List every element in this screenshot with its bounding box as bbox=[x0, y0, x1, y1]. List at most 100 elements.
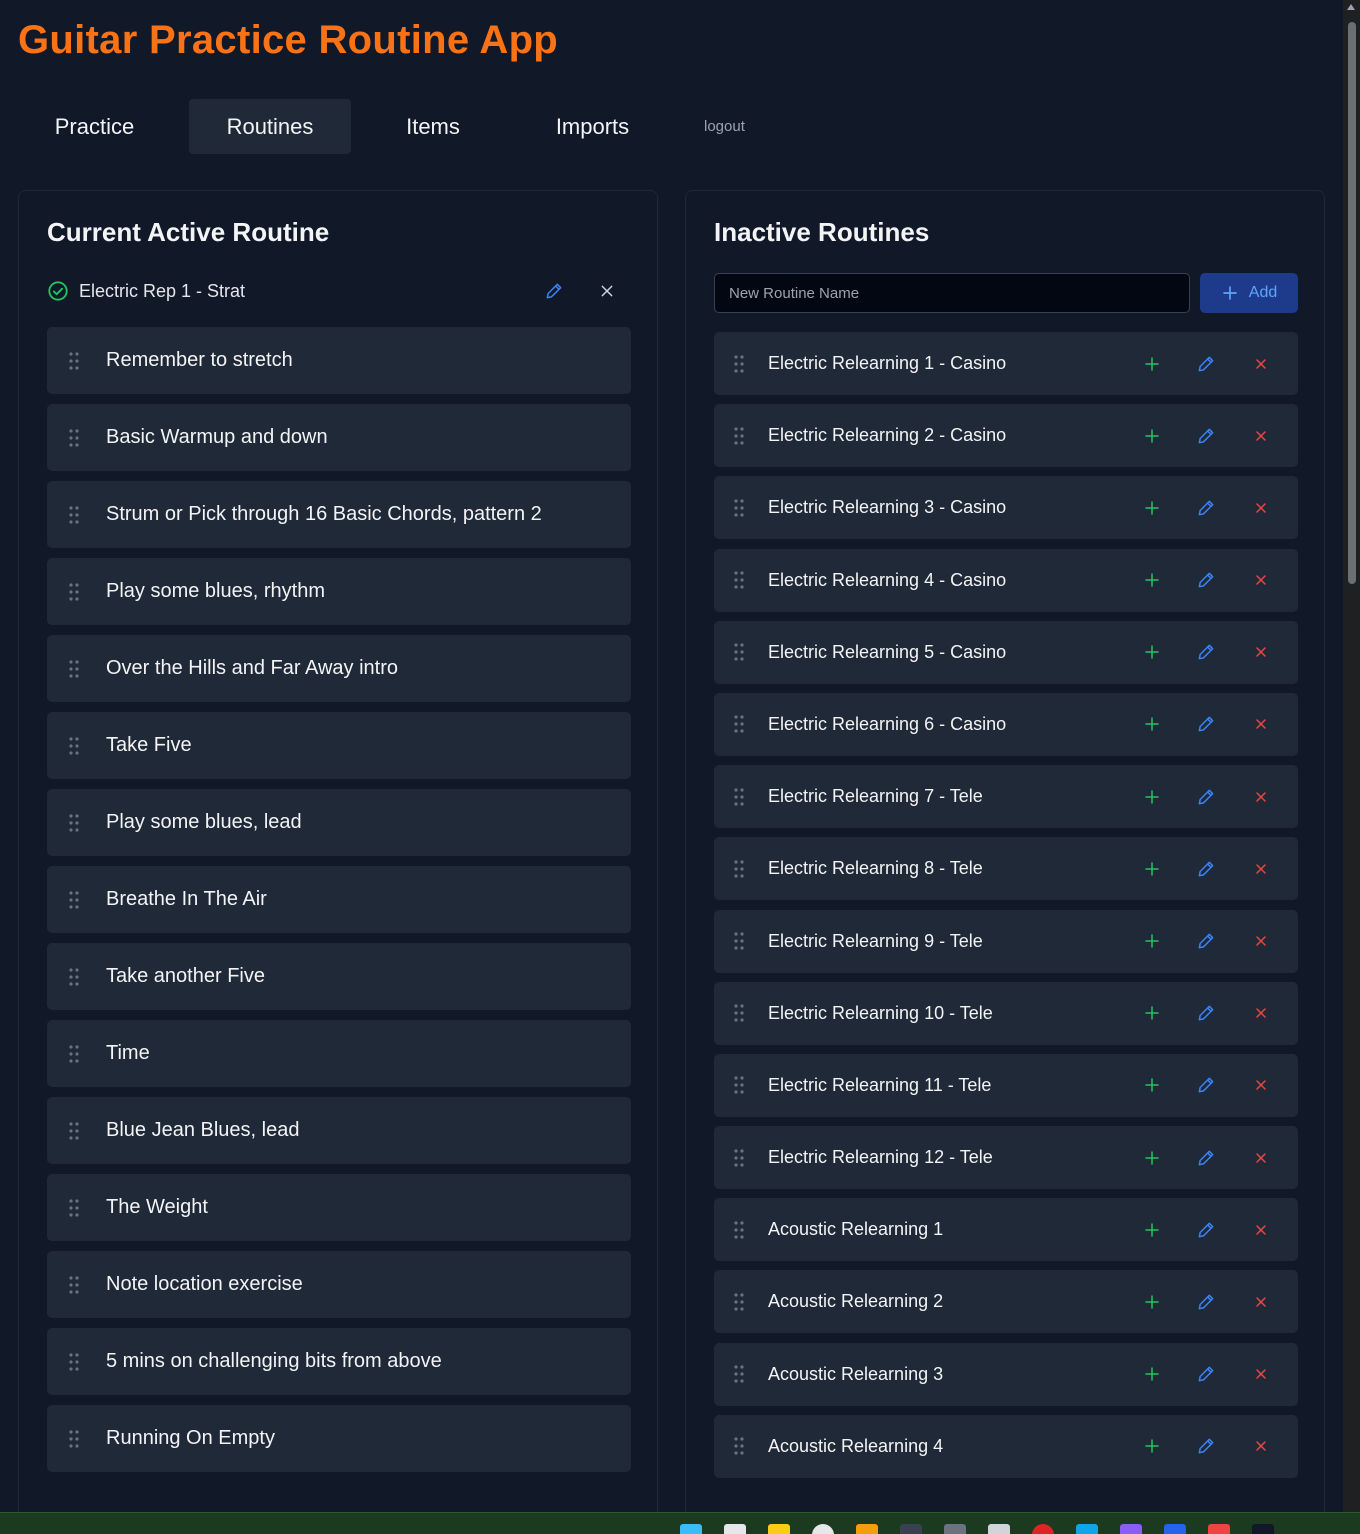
delete-routine-button[interactable] bbox=[1252, 1365, 1270, 1383]
inactive-routine-row[interactable]: Electric Relearning 1 - Casino bbox=[714, 332, 1298, 395]
taskbar-app-icon[interactable] bbox=[724, 1524, 746, 1534]
delete-routine-button[interactable] bbox=[1252, 1437, 1270, 1455]
routine-item[interactable]: Remember to stretch bbox=[47, 327, 631, 394]
drag-handle-icon[interactable] bbox=[734, 354, 744, 373]
delete-routine-button[interactable] bbox=[1252, 427, 1270, 445]
inactive-routine-row[interactable]: Electric Relearning 6 - Casino bbox=[714, 692, 1298, 756]
routine-item[interactable]: Time bbox=[47, 1020, 631, 1087]
drag-handle-icon[interactable] bbox=[69, 1044, 79, 1063]
delete-routine-button[interactable] bbox=[1252, 499, 1270, 517]
drag-handle-icon[interactable] bbox=[69, 659, 79, 678]
tab-routines[interactable]: Routines bbox=[189, 99, 351, 154]
activate-routine-button[interactable] bbox=[1142, 1220, 1162, 1240]
logout-link[interactable]: logout bbox=[704, 99, 745, 154]
activate-routine-button[interactable] bbox=[1142, 570, 1162, 590]
routine-item[interactable]: Strum or Pick through 16 Basic Chords, p… bbox=[47, 481, 631, 548]
drag-handle-icon[interactable] bbox=[734, 427, 744, 445]
drag-handle-icon[interactable] bbox=[69, 1275, 79, 1294]
edit-routine-button[interactable] bbox=[1196, 498, 1216, 518]
drag-handle-icon[interactable] bbox=[734, 715, 744, 734]
drag-handle-icon[interactable] bbox=[734, 1293, 744, 1311]
delete-routine-button[interactable] bbox=[1252, 1149, 1270, 1167]
drag-handle-icon[interactable] bbox=[69, 1121, 79, 1140]
inactive-routine-row[interactable]: Electric Relearning 9 - Tele bbox=[714, 909, 1298, 973]
delete-routine-button[interactable] bbox=[1252, 860, 1270, 878]
routine-item[interactable]: Take another Five bbox=[47, 943, 631, 1010]
taskbar-app-icon[interactable] bbox=[856, 1524, 878, 1534]
drag-handle-icon[interactable] bbox=[734, 499, 744, 517]
delete-routine-button[interactable] bbox=[1252, 1221, 1270, 1239]
delete-routine-button[interactable] bbox=[1252, 571, 1270, 589]
edit-routine-button[interactable] bbox=[1196, 1292, 1216, 1312]
inactive-routine-row[interactable]: Acoustic Relearning 2 bbox=[714, 1270, 1298, 1334]
routine-item[interactable]: Take Five bbox=[47, 712, 631, 779]
delete-routine-button[interactable] bbox=[1252, 355, 1270, 373]
activate-routine-button[interactable] bbox=[1142, 1148, 1162, 1168]
edit-routine-button[interactable] bbox=[1196, 426, 1216, 446]
delete-routine-button[interactable] bbox=[1252, 715, 1270, 733]
inactive-routine-row[interactable]: Electric Relearning 4 - Casino bbox=[714, 548, 1298, 612]
new-routine-name-input[interactable] bbox=[714, 273, 1190, 313]
routine-item[interactable]: Play some blues, lead bbox=[47, 789, 631, 856]
remove-active-routine-button[interactable] bbox=[597, 281, 617, 301]
taskbar-app-icon[interactable] bbox=[1120, 1524, 1142, 1534]
inactive-routine-row[interactable]: Electric Relearning 12 - Tele bbox=[714, 1126, 1298, 1190]
routine-item[interactable]: Play some blues, rhythm bbox=[47, 558, 631, 625]
drag-handle-icon[interactable] bbox=[734, 932, 744, 950]
drag-handle-icon[interactable] bbox=[69, 505, 79, 524]
drag-handle-icon[interactable] bbox=[69, 967, 79, 986]
taskbar-app-icon[interactable] bbox=[1164, 1524, 1186, 1534]
drag-handle-icon[interactable] bbox=[734, 788, 744, 806]
edit-routine-button[interactable] bbox=[1196, 642, 1216, 662]
drag-handle-icon[interactable] bbox=[734, 1148, 744, 1167]
edit-routine-button[interactable] bbox=[1196, 714, 1216, 734]
edit-routine-button[interactable] bbox=[1196, 1436, 1216, 1456]
routine-item[interactable]: 5 mins on challenging bits from above bbox=[47, 1328, 631, 1395]
drag-handle-icon[interactable] bbox=[69, 1429, 79, 1448]
tab-imports[interactable]: Imports bbox=[521, 99, 664, 154]
drag-handle-icon[interactable] bbox=[69, 351, 79, 370]
routine-item[interactable]: Running On Empty bbox=[47, 1405, 631, 1472]
activate-routine-button[interactable] bbox=[1142, 714, 1162, 734]
activate-routine-button[interactable] bbox=[1142, 498, 1162, 518]
delete-routine-button[interactable] bbox=[1252, 1076, 1270, 1094]
edit-routine-button[interactable] bbox=[1196, 1003, 1216, 1023]
activate-routine-button[interactable] bbox=[1142, 354, 1162, 374]
drag-handle-icon[interactable] bbox=[69, 813, 79, 832]
drag-handle-icon[interactable] bbox=[734, 860, 744, 878]
edit-routine-button[interactable] bbox=[1196, 570, 1216, 590]
inactive-routine-row[interactable]: Acoustic Relearning 1 bbox=[714, 1198, 1298, 1262]
vscode-icon[interactable] bbox=[1076, 1524, 1098, 1534]
taskbar-app-icon[interactable] bbox=[900, 1524, 922, 1534]
inactive-routine-row[interactable]: Electric Relearning 10 - Tele bbox=[714, 981, 1298, 1045]
activate-routine-button[interactable] bbox=[1142, 1436, 1162, 1456]
edit-routine-button[interactable] bbox=[1196, 354, 1216, 374]
tab-practice[interactable]: Practice bbox=[18, 99, 171, 154]
drag-handle-icon[interactable] bbox=[734, 1004, 744, 1022]
routine-item[interactable]: Blue Jean Blues, lead bbox=[47, 1097, 631, 1164]
inactive-routine-row[interactable]: Electric Relearning 3 - Casino bbox=[714, 476, 1298, 540]
drag-handle-icon[interactable] bbox=[69, 582, 79, 601]
opera-icon[interactable] bbox=[1032, 1524, 1054, 1534]
folder-icon[interactable] bbox=[768, 1524, 790, 1534]
activate-routine-button[interactable] bbox=[1142, 1364, 1162, 1384]
edit-routine-button[interactable] bbox=[1196, 931, 1216, 951]
drag-handle-icon[interactable] bbox=[734, 1221, 744, 1239]
activate-routine-button[interactable] bbox=[1142, 426, 1162, 446]
inactive-routine-row[interactable]: Electric Relearning 2 - Casino bbox=[714, 404, 1298, 468]
activate-routine-button[interactable] bbox=[1142, 1292, 1162, 1312]
inactive-routine-row[interactable]: Acoustic Relearning 3 bbox=[714, 1342, 1298, 1406]
edit-routine-button[interactable] bbox=[1196, 859, 1216, 879]
taskbar-app-icon[interactable] bbox=[1252, 1524, 1274, 1534]
activate-routine-button[interactable] bbox=[1142, 787, 1162, 807]
delete-routine-button[interactable] bbox=[1252, 1293, 1270, 1311]
routine-item[interactable]: Breathe In The Air bbox=[47, 866, 631, 933]
page-scrollbar[interactable] bbox=[1343, 0, 1360, 1512]
taskbar-app-icon[interactable] bbox=[1208, 1524, 1230, 1534]
edit-routine-button[interactable] bbox=[1196, 1364, 1216, 1384]
drag-handle-icon[interactable] bbox=[734, 643, 744, 661]
delete-routine-button[interactable] bbox=[1252, 932, 1270, 950]
activate-routine-button[interactable] bbox=[1142, 1075, 1162, 1095]
edit-routine-button[interactable] bbox=[1196, 787, 1216, 807]
browser-icon[interactable] bbox=[812, 1524, 834, 1534]
